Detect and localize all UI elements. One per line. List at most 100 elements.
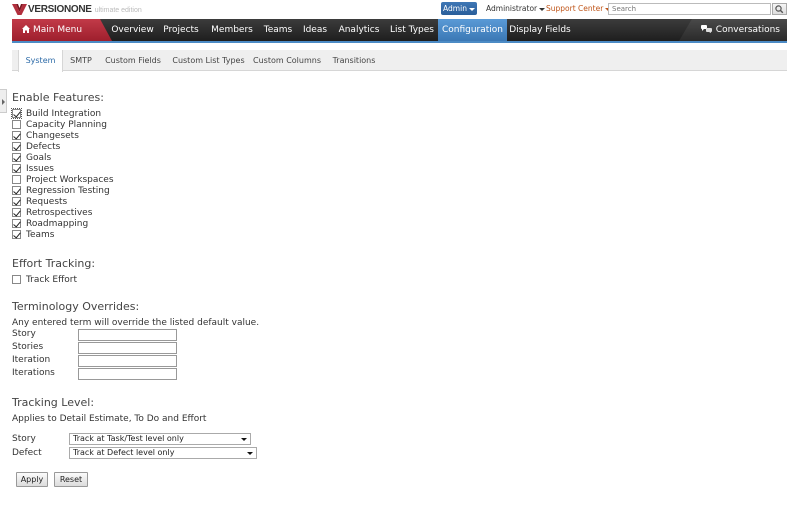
tab-configuration[interactable]: Configuration [438,19,507,41]
terminology-heading: Terminology Overrides: [12,300,140,313]
track-effort-checkbox[interactable] [12,275,21,284]
track-effort-label: Track Effort [26,274,78,285]
term-input-stories[interactable] [78,342,177,354]
conversations-label: Conversations [715,25,780,35]
enable-features-heading: Enable Features: [12,91,104,104]
story-tracking-label: Story [12,434,36,444]
feature-retrospectives[interactable]: Retrospectives [12,207,92,218]
feature-checkbox[interactable] [12,120,21,129]
config-subtabs: System SMTP Custom Fields Custom List Ty… [12,50,787,72]
feature-regression-testing[interactable]: Regression Testing [12,185,110,196]
tracking-level-heading: Tracking Level: [12,396,95,409]
conversations-icon [700,25,712,33]
effort-tracking-heading: Effort Tracking: [12,257,96,270]
sidebar-expand-handle[interactable] [0,89,7,113]
terminology-description: Any entered term will override the liste… [12,318,260,328]
subtab-transitions[interactable]: Transitions [330,50,378,71]
dropdown-arrow-icon [241,438,247,441]
feature-checkbox[interactable] [12,208,21,217]
main-menu-label: Main Menu [33,25,83,35]
feature-requests[interactable]: Requests [12,196,67,207]
story-tracking-select[interactable]: Track at Task/Test level only [69,433,251,445]
tracking-level-description: Applies to Detail Estimate, To Do and Ef… [12,414,207,424]
term-label-story: Story [12,329,36,339]
tab-analytics[interactable]: Analytics [334,19,384,41]
versionone-logo-icon [12,3,27,15]
feature-label: Changesets [26,130,79,141]
top-bar: VERSIONONE ultimate edition Admin Admini… [0,0,800,17]
feature-checkbox[interactable] [11,108,22,119]
conversations-button[interactable]: Conversations [679,19,787,41]
reset-button[interactable]: Reset [54,472,88,487]
feature-label: Requests [26,196,68,207]
feature-label: Regression Testing [26,185,110,196]
main-menu-button[interactable]: Main Menu [12,19,112,41]
subtab-custom-columns[interactable]: Custom Columns [253,50,321,71]
feature-checkbox[interactable] [12,230,21,239]
term-input-story[interactable] [78,329,177,341]
search-button[interactable] [772,3,787,15]
tab-projects[interactable]: Projects [159,19,203,41]
user-dropdown[interactable]: Administrator [486,4,546,13]
feature-label: Roadmapping [26,218,89,229]
feature-checkbox[interactable] [12,197,21,206]
support-label: Support Center [546,4,604,13]
subtab-custom-list-types[interactable]: Custom List Types [172,50,245,71]
feature-goals[interactable]: Goals [12,152,51,163]
feature-checkbox[interactable] [12,142,21,151]
term-label-iteration: Iteration [12,355,51,365]
home-icon [22,25,30,33]
tab-ideas[interactable]: Ideas [300,19,330,41]
feature-label: Project Workspaces [26,174,114,185]
term-label-iterations: Iterations [12,368,55,378]
feature-checkbox[interactable] [12,153,21,162]
feature-label: Capacity Planning [26,119,107,130]
search-input[interactable] [608,3,771,15]
term-input-iteration[interactable] [78,355,177,367]
feature-label: Teams [26,229,55,240]
subtab-smtp[interactable]: SMTP [65,50,97,71]
app-logo[interactable]: VERSIONONE ultimate edition [12,3,142,15]
tab-display-fields[interactable]: Display Fields [508,19,572,41]
feature-capacity-planning[interactable]: Capacity Planning [12,119,107,130]
feature-checkbox[interactable] [12,219,21,228]
subtab-system[interactable]: System [18,50,63,72]
defect-tracking-value: Track at Defect level only [73,448,175,457]
tab-overview[interactable]: Overview [108,19,157,41]
admin-label: Admin [443,4,467,13]
search-icon [775,5,784,14]
feature-label: Issues [26,163,54,174]
feature-defects[interactable]: Defects [12,141,60,152]
feature-checkbox[interactable] [12,186,21,195]
support-center-dropdown[interactable]: Support Center [546,4,612,13]
dropdown-arrow-icon [247,452,253,455]
defect-tracking-select[interactable]: Track at Defect level only [69,447,257,459]
expand-arrow-icon [2,99,5,105]
feature-roadmapping[interactable]: Roadmapping [12,218,88,229]
feature-label: Build Integration [26,108,102,119]
caret-down-icon [468,7,475,11]
feature-changesets[interactable]: Changesets [12,130,79,141]
admin-dropdown-button[interactable]: Admin [441,2,477,15]
term-input-iterations[interactable] [78,368,177,380]
term-label-stories: Stories [12,342,44,352]
main-nav: Main Menu Overview Projects Members Team… [12,19,787,43]
feature-label: Retrospectives [26,207,93,218]
tab-teams[interactable]: Teams [261,19,295,41]
feature-checkbox[interactable] [12,175,21,184]
subtab-custom-fields[interactable]: Custom Fields [103,50,163,71]
feature-checkbox[interactable] [12,131,21,140]
story-tracking-value: Track at Task/Test level only [73,434,184,443]
feature-checkbox[interactable] [12,164,21,173]
tab-members[interactable]: Members [206,19,258,41]
apply-button[interactable]: Apply [16,472,48,487]
tab-list-types[interactable]: List Types [386,19,438,41]
feature-label: Goals [26,152,52,163]
feature-issues[interactable]: Issues [12,163,54,174]
track-effort-option[interactable]: Track Effort [12,274,77,285]
brand-name: VERSIONONE [28,3,92,15]
feature-label: Defects [26,141,61,152]
feature-teams[interactable]: Teams [12,229,54,240]
feature-project-workspaces[interactable]: Project Workspaces [12,174,114,185]
feature-build-integration[interactable]: Build Integration [11,108,102,119]
